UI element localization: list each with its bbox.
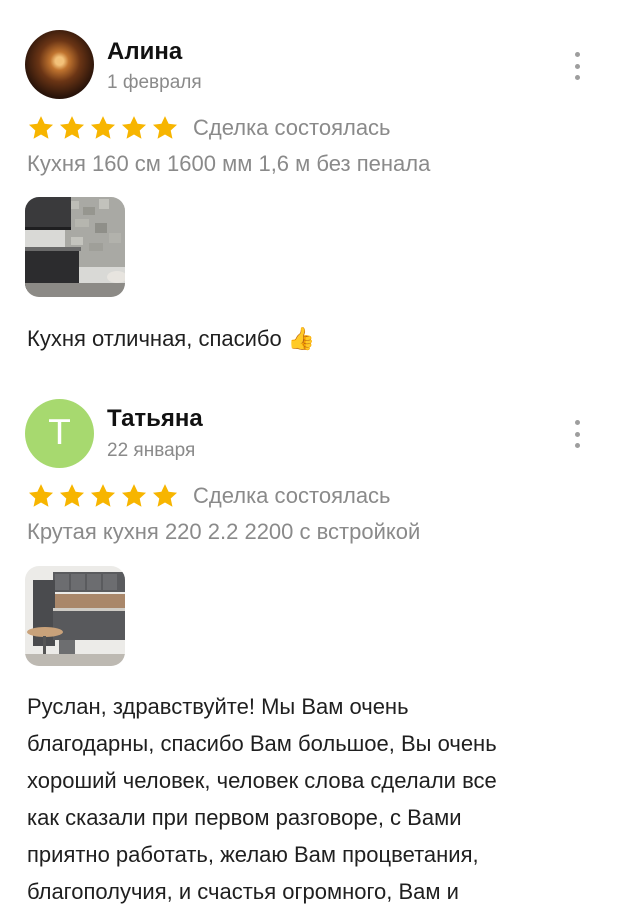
avatar[interactable]	[25, 30, 94, 99]
rating-stars	[27, 114, 179, 142]
review-date: 22 января	[107, 440, 196, 461]
star-icon	[28, 116, 54, 139]
review-text-line: как сказали при первом разговоре, с Вами	[27, 805, 462, 830]
star-icon	[90, 484, 116, 507]
review-text-line: благодарны, спасибо Вам большое, Вы очен…	[27, 731, 497, 756]
review-photo[interactable]	[25, 566, 125, 666]
product-title[interactable]: Крутая кухня 220 2.2 2200 с встройкой	[27, 519, 420, 545]
rating-stars	[27, 482, 179, 510]
review-text-line: благополучия, и счастья огромного, Вам и	[27, 879, 459, 904]
avatar-initial: T	[49, 413, 70, 453]
star-icon	[121, 484, 147, 507]
star-icon	[59, 484, 85, 507]
review-text: Кухня отличная, спасибо 👍	[27, 320, 607, 357]
review-text: Руслан, здравствуйте! Мы Вам очень благо…	[27, 688, 607, 910]
review-text-line: приятно работать, желаю Вам процветания,	[27, 842, 479, 867]
star-icon	[121, 116, 147, 139]
more-options-icon[interactable]	[569, 420, 585, 448]
star-icon	[59, 116, 85, 139]
thumbs-up-icon: 👍	[287, 326, 316, 351]
star-icon	[90, 116, 116, 139]
star-icon	[152, 484, 178, 507]
author-name[interactable]: Алина	[107, 38, 182, 66]
review-text-line: хороший человек, человек слова сделали в…	[27, 768, 497, 793]
star-icon	[28, 484, 54, 507]
deal-status: Сделка состоялась	[193, 115, 391, 140]
review-photo[interactable]	[25, 197, 125, 297]
deal-status: Сделка состоялась	[193, 483, 391, 508]
review-date: 1 февраля	[107, 72, 202, 93]
review-text-line: Руслан, здравствуйте! Мы Вам очень	[27, 694, 409, 719]
review-text-content: Кухня отличная, спасибо	[27, 326, 282, 351]
author-name[interactable]: Татьяна	[107, 405, 203, 433]
product-title[interactable]: Кухня 160 см 1600 мм 1,6 м без пенала	[27, 151, 430, 177]
more-options-icon[interactable]	[569, 52, 585, 80]
star-icon	[152, 116, 178, 139]
avatar[interactable]: T	[25, 399, 94, 468]
